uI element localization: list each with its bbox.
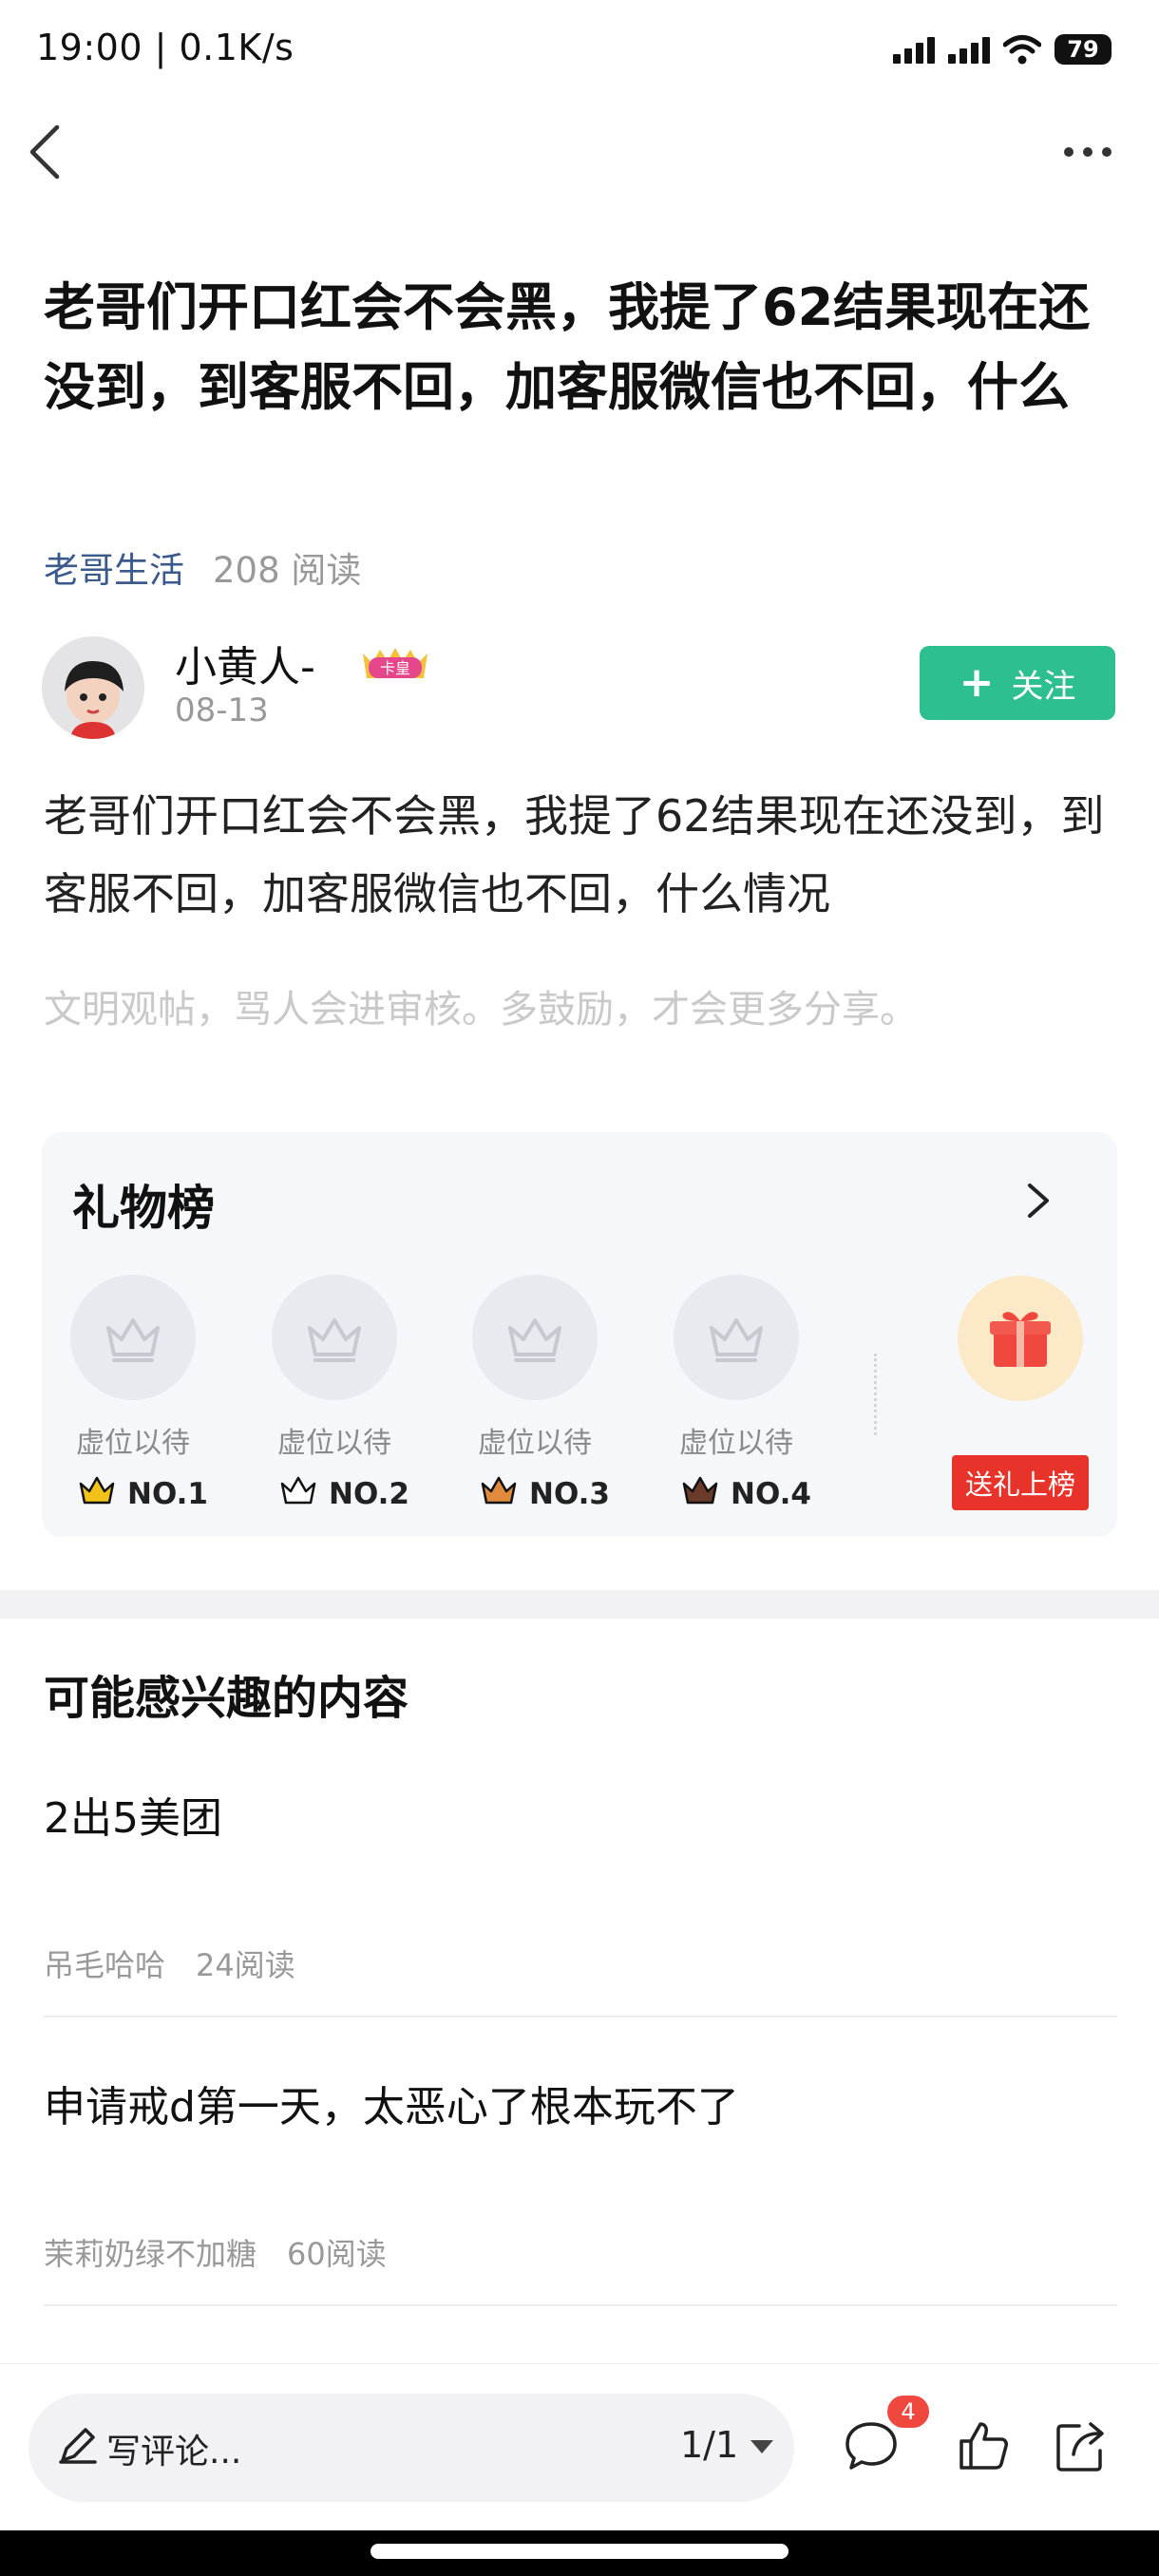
gift-slot-placeholder[interactable] xyxy=(70,1275,196,1400)
comment-placeholder[interactable]: 写评论... xyxy=(106,2424,241,2473)
plus-icon: + xyxy=(959,658,995,707)
avatar[interactable] xyxy=(42,636,144,739)
list-item-reads: 24阅读 xyxy=(196,1947,295,1983)
gift-slot-placeholder[interactable] xyxy=(272,1275,397,1400)
send-gift-button[interactable]: 送礼上榜 xyxy=(952,1455,1089,1510)
gift-slot-placeholder[interactable] xyxy=(472,1275,598,1400)
gift-slot-rank: NO.1 xyxy=(78,1474,208,1514)
page-indicator[interactable]: 1/1 xyxy=(680,2424,738,2466)
rank-crown-icon xyxy=(78,1474,116,1514)
post-title: 老哥们开口红会不会黑，我提了62结果现在还没到，到客服不回，加客服微信也不回，什… xyxy=(44,277,1091,417)
list-item-meta: 茉莉奶绿不加糖 60阅读 xyxy=(44,2230,387,2274)
thumbs-up-icon[interactable] xyxy=(954,2416,1013,2475)
pen-icon xyxy=(59,2428,97,2464)
post-meta: 老哥生活 208 阅读 xyxy=(44,541,361,593)
crown-icon xyxy=(308,1318,361,1362)
battery-indicator: 79 xyxy=(1054,34,1112,65)
rank-label: NO.3 xyxy=(529,1477,610,1511)
rank-crown-icon xyxy=(279,1474,317,1514)
rank-label: NO.1 xyxy=(127,1477,208,1511)
gift-slot-label: 虚位以待 xyxy=(76,1427,190,1460)
gift-slot-rank: NO.3 xyxy=(480,1474,610,1514)
chevron-right-icon[interactable] xyxy=(1022,1178,1054,1223)
post-body: 老哥们开口红会不会黑，我提了62结果现在还没到，到客服不回，加客服微信也不回，什… xyxy=(44,790,1105,919)
comment-count-badge: 4 xyxy=(887,2396,929,2428)
rank-label: NO.4 xyxy=(731,1477,811,1511)
card-king-badge: 卡皇 xyxy=(363,648,428,678)
divider xyxy=(874,1354,877,1435)
list-item-meta: 吊毛哈哈 24阅读 xyxy=(44,1941,295,1985)
share-icon[interactable] xyxy=(1051,2416,1110,2475)
gift-board-title: 礼物榜 xyxy=(72,1181,215,1236)
list-item-title[interactable]: 2出5美团 xyxy=(44,1784,222,1845)
list-item-author: 吊毛哈哈 xyxy=(44,1947,166,1983)
caret-down-icon[interactable] xyxy=(749,2437,775,2456)
author-name[interactable]: 小黄人- xyxy=(175,633,315,693)
list-item-reads: 60阅读 xyxy=(287,2236,387,2272)
rank-label: NO.2 xyxy=(329,1477,409,1511)
status-icons: 79 xyxy=(893,32,1112,66)
civility-note: 文明观帖，骂人会进审核。多鼓励，才会更多分享。 xyxy=(44,988,918,1032)
back-icon[interactable] xyxy=(23,122,70,182)
post-date: 08-13 xyxy=(175,691,269,729)
more-options-icon[interactable] xyxy=(1064,142,1117,161)
comment-icon[interactable] xyxy=(842,2416,901,2475)
crown-icon xyxy=(106,1318,160,1362)
gift-slot-label: 虚位以待 xyxy=(478,1427,592,1460)
recommendations-heading: 可能感兴趣的内容 xyxy=(44,1672,409,1725)
gift-slot-label: 虚位以待 xyxy=(277,1427,391,1460)
crown-icon xyxy=(710,1318,763,1362)
signal-icon xyxy=(893,35,935,64)
home-indicator[interactable] xyxy=(370,2544,788,2559)
divider xyxy=(44,2016,1117,2017)
rank-crown-icon xyxy=(480,1474,518,1514)
section-divider xyxy=(0,1590,1159,1619)
status-time: 19:00 | 0.1K/s xyxy=(36,27,294,68)
follow-label: 关注 xyxy=(1011,667,1076,706)
gift-slot-label: 虚位以待 xyxy=(679,1427,793,1460)
category-link[interactable]: 老哥生活 xyxy=(44,541,184,593)
signal-icon-2 xyxy=(948,35,990,64)
rank-crown-icon xyxy=(681,1474,719,1514)
list-item-title[interactable]: 申请戒d第一天，太恶心了根本玩不了 xyxy=(44,2073,739,2133)
gift-slot-rank: NO.4 xyxy=(681,1474,811,1514)
crown-icon xyxy=(508,1318,561,1362)
read-count: 208 阅读 xyxy=(213,550,362,591)
gift-box-icon[interactable] xyxy=(958,1276,1083,1401)
follow-button[interactable]: + 关注 xyxy=(920,646,1115,720)
badge-text: 卡皇 xyxy=(380,659,410,677)
gift-slot-rank: NO.2 xyxy=(279,1474,409,1514)
list-item-author: 茉莉奶绿不加糖 xyxy=(44,2236,257,2272)
gift-slot-placeholder[interactable] xyxy=(674,1275,799,1400)
wifi-icon xyxy=(1003,35,1041,65)
divider xyxy=(44,2304,1117,2306)
